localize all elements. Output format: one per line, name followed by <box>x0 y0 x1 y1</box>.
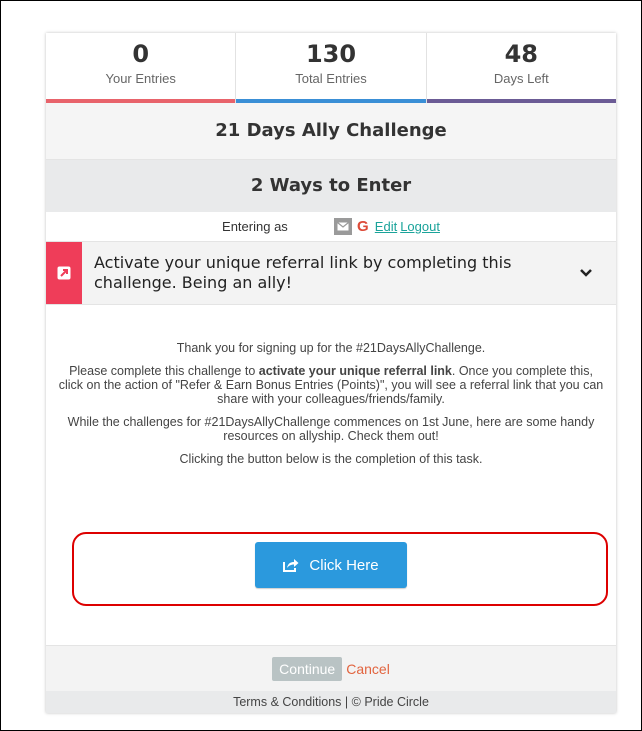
stat-label: Total Entries <box>295 71 367 86</box>
description-paragraph: While the challenges for #21DaysAllyChal… <box>67 415 595 443</box>
stat-value: 48 <box>504 40 539 68</box>
stat-bar <box>46 99 236 103</box>
stat-value: 0 <box>132 40 150 68</box>
giveaway-widget: 0 Your Entries 130 Total Entries 48 Days… <box>46 33 616 713</box>
description-bold: activate your unique referral link <box>258 364 452 378</box>
stats-row: 0 Your Entries 130 Total Entries 48 Days… <box>46 33 616 103</box>
entry-action-referral[interactable]: Activate your unique referral link by co… <box>46 242 616 305</box>
footer-actions: Continue Cancel <box>46 645 616 692</box>
stat-days-left: 48 Days Left <box>426 33 616 103</box>
entering-as-label: Entering as <box>222 219 288 234</box>
entering-as-row: Entering as G Edit Logout <box>46 212 616 242</box>
stat-total-entries: 130 Total Entries <box>236 33 427 103</box>
terms-footer[interactable]: Terms & Conditions | © Pride Circle <box>46 691 616 713</box>
stat-your-entries: 0 Your Entries <box>46 33 237 103</box>
stat-bar <box>236 99 426 103</box>
google-icon: G <box>353 218 372 235</box>
edit-link[interactable]: Edit <box>375 219 397 234</box>
logout-link[interactable]: Logout <box>400 219 440 234</box>
cancel-link[interactable]: Cancel <box>346 661 390 677</box>
stat-label: Days Left <box>493 71 549 86</box>
chevron-down-icon[interactable] <box>556 268 616 278</box>
stat-bar <box>426 99 616 103</box>
click-here-label: Click Here <box>309 556 379 574</box>
external-link-icon <box>46 242 82 304</box>
action-description: Thank you for signing up for the #21Days… <box>46 305 616 466</box>
stat-value: 130 <box>305 40 357 68</box>
description-paragraph: Clicking the button below is the complet… <box>179 452 483 466</box>
entry-action-text: Activate your unique referral link by co… <box>94 253 512 292</box>
campaign-title: 21 Days Ally Challenge <box>46 103 616 160</box>
email-icon <box>333 218 352 235</box>
ways-to-enter-heading: 2 Ways to Enter <box>46 160 616 212</box>
stat-label: Your Entries <box>105 71 176 86</box>
description-paragraph: Please complete this challenge to activa… <box>58 364 604 406</box>
share-icon <box>283 559 299 572</box>
click-here-button[interactable]: Click Here <box>255 542 407 588</box>
description-text: Please complete this challenge to <box>69 364 259 378</box>
continue-button[interactable]: Continue <box>272 657 343 681</box>
description-paragraph: Thank you for signing up for the #21Days… <box>176 341 486 355</box>
